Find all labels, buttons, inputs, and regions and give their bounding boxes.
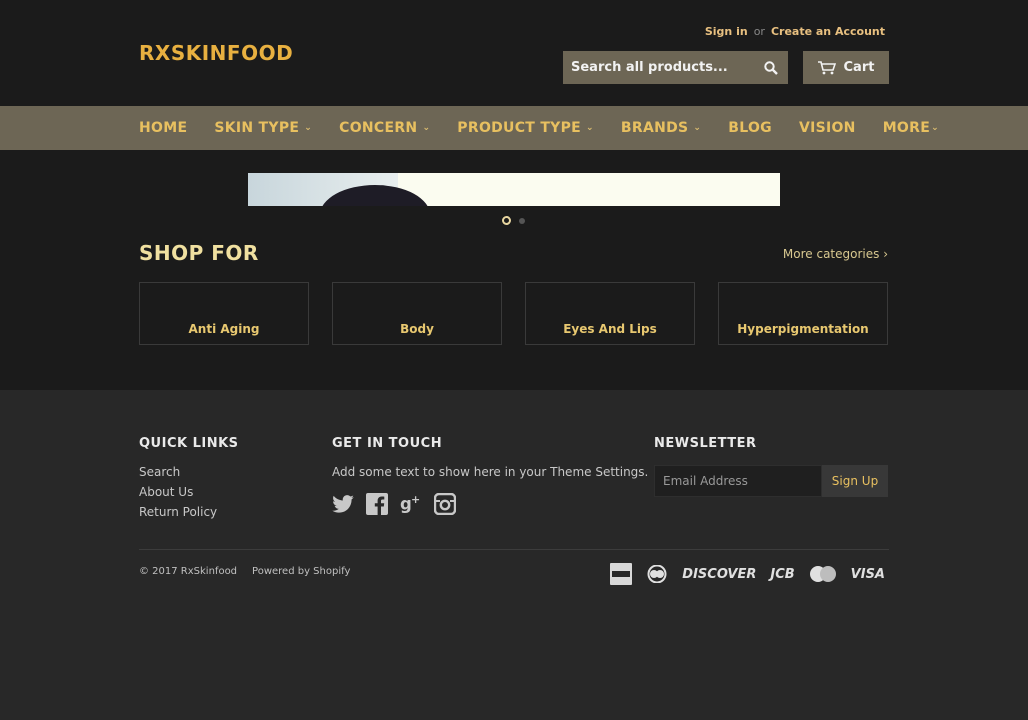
- nav-item-label: BLOG: [728, 120, 772, 136]
- hero-slide-image[interactable]: [248, 173, 780, 206]
- search-input[interactable]: [563, 51, 753, 84]
- facebook-icon[interactable]: [366, 493, 388, 515]
- main-content: SHOP FOR More categories › Anti Aging Bo…: [0, 150, 1028, 390]
- nav-item-label: SKIN TYPE: [214, 120, 300, 136]
- footer-link-return-policy[interactable]: Return Policy: [139, 505, 239, 519]
- newsletter-section: NEWSLETTER Sign Up: [654, 436, 888, 497]
- google-plus-icon[interactable]: g +: [400, 493, 422, 515]
- nav-item-label: CONCERN: [339, 120, 418, 136]
- category-card[interactable]: Hyperpigmentation: [718, 282, 888, 345]
- cart-button[interactable]: Cart: [803, 51, 889, 84]
- newsletter-heading: NEWSLETTER: [654, 436, 757, 451]
- chevron-down-icon: ⌄: [304, 123, 313, 133]
- cart-icon: [817, 60, 836, 74]
- site-header: RXSKINFOOD Sign in or Create an Account Ca…: [0, 0, 1028, 106]
- newsletter-signup-button[interactable]: Sign Up: [822, 465, 888, 497]
- instagram-icon[interactable]: [434, 493, 456, 515]
- nav-item-blog[interactable]: BLOG: [728, 120, 772, 136]
- footer-divider: [139, 549, 889, 550]
- copyright-area: © 2017 RxSkinfood Powered by Shopify: [139, 566, 350, 577]
- create-account-link[interactable]: Create an Account: [771, 25, 885, 38]
- category-grid: Anti Aging Body Eyes And Lips Hyperpigme…: [139, 282, 888, 345]
- account-links: Sign in or Create an Account: [705, 25, 885, 38]
- diners-club-icon: [647, 565, 667, 583]
- discover-icon: DISCOVER: [682, 566, 757, 582]
- category-card[interactable]: Body: [332, 282, 502, 345]
- quick-links-heading: QUICK LINKS: [139, 436, 239, 451]
- quick-links-section: QUICK LINKS Search About Us Return Polic…: [139, 436, 239, 525]
- social-links: g +: [332, 493, 648, 515]
- svg-text:g: g: [400, 495, 412, 514]
- nav-item-home[interactable]: HOME: [139, 120, 187, 136]
- slider-dots: [502, 216, 525, 225]
- category-label: Body: [400, 322, 434, 336]
- nav-item-label: HOME: [139, 120, 188, 136]
- chevron-down-icon: ⌄: [422, 123, 431, 133]
- footer-link-search[interactable]: Search: [139, 465, 239, 479]
- visa-icon: VISA: [850, 566, 885, 582]
- nav-item-label: BRANDS: [620, 120, 689, 136]
- category-label: Anti Aging: [188, 322, 260, 336]
- or-text: or: [753, 25, 765, 38]
- get-in-touch-text: Add some text to show here in your Theme…: [332, 465, 649, 479]
- nav-item-brands[interactable]: BRANDS ⌄: [621, 120, 701, 136]
- american-express-icon: [610, 563, 633, 585]
- nav-item-vision[interactable]: VISION: [799, 120, 856, 136]
- category-card[interactable]: Eyes And Lips: [525, 282, 695, 345]
- search-button[interactable]: [753, 51, 788, 84]
- chevron-down-icon: ⌄: [693, 123, 702, 133]
- nav-item-label: PRODUCT TYPE: [457, 120, 582, 136]
- site-footer: QUICK LINKS Search About Us Return Polic…: [0, 390, 1028, 720]
- site-logo[interactable]: RXSKINFOOD: [139, 41, 293, 65]
- shop-for-title: SHOP FOR: [139, 241, 259, 265]
- payment-icons: DISCOVER JCB VISA: [610, 563, 885, 585]
- get-in-touch-section: GET IN TOUCH Add some text to show here …: [332, 436, 648, 515]
- nav-item-label: VISION: [798, 120, 856, 136]
- newsletter-form: Sign Up: [654, 465, 888, 497]
- slider-dot-1[interactable]: [502, 216, 511, 225]
- cart-label: Cart: [843, 60, 875, 75]
- jcb-icon: JCB: [770, 566, 795, 582]
- main-nav: HOME SKIN TYPE ⌄ CONCERN ⌄ PRODUCT TYPE ⌄ B…: [0, 106, 1028, 150]
- newsletter-email-input[interactable]: [654, 465, 822, 497]
- nav-item-product-type[interactable]: PRODUCT TYPE ⌄: [457, 120, 594, 136]
- copyright-text[interactable]: © 2017 RxSkinfood: [139, 566, 237, 577]
- get-in-touch-heading: GET IN TOUCH: [332, 436, 443, 451]
- search-icon: [763, 60, 778, 75]
- slider-dot-2[interactable]: [519, 217, 525, 224]
- chevron-down-icon: ⌄: [931, 123, 939, 133]
- category-label: Hyperpigmentation: [737, 322, 869, 336]
- nav-item-more[interactable]: MORE ⌄: [883, 120, 939, 136]
- more-categories-link[interactable]: More categories ›: [783, 247, 888, 261]
- footer-link-about[interactable]: About Us: [139, 485, 239, 499]
- twitter-icon[interactable]: [332, 493, 354, 515]
- mastercard-icon: [809, 566, 836, 582]
- nav-item-label: MORE: [882, 120, 931, 136]
- search-form: [563, 51, 788, 84]
- category-label: Eyes And Lips: [563, 322, 657, 336]
- category-card[interactable]: Anti Aging: [139, 282, 309, 345]
- svg-text:+: +: [411, 493, 420, 506]
- chevron-down-icon: ⌄: [586, 123, 594, 133]
- nav-item-concern[interactable]: CONCERN ⌄: [339, 120, 430, 136]
- sign-in-link[interactable]: Sign in: [705, 25, 748, 38]
- powered-by-link[interactable]: Powered by Shopify: [252, 566, 350, 577]
- nav-item-skin-type[interactable]: SKIN TYPE ⌄: [214, 120, 312, 136]
